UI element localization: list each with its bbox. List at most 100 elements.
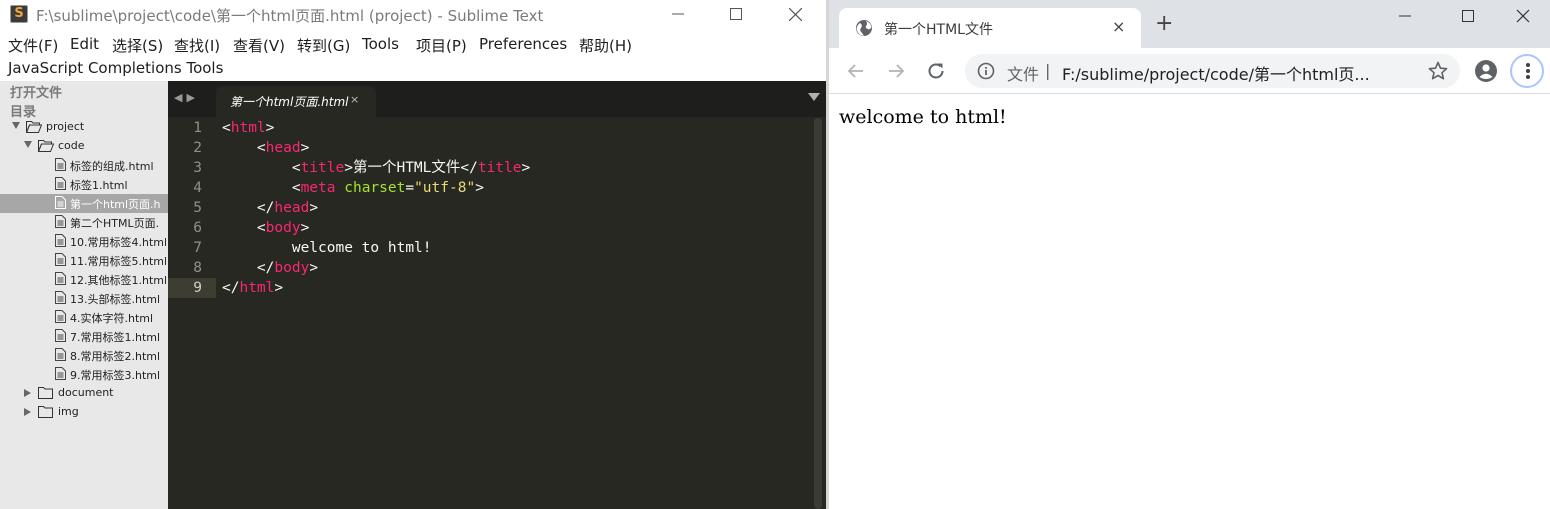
chrome-menu-button[interactable] (1510, 54, 1544, 88)
chrome-tab-title: 第一个HTML文件 (884, 22, 993, 38)
menu-goto[interactable]: 转到(G) (297, 35, 350, 56)
code-line[interactable]: welcome to html! (222, 238, 432, 258)
tree-item-label: 4.实体字符.html (70, 312, 154, 325)
close-button[interactable] (765, 0, 825, 30)
code-line[interactable]: <meta charset="utf-8"> (222, 178, 484, 198)
file-item[interactable]: 标签的组成.html (0, 156, 168, 175)
chrome-maximize-button[interactable] (1437, 2, 1497, 30)
disclosure-closed-icon[interactable] (24, 408, 31, 416)
line-number: 9 (168, 278, 216, 298)
chrome-minimize-button[interactable] (1375, 2, 1435, 30)
code-token: head (265, 140, 301, 156)
file-item[interactable]: 标签1.html (0, 175, 168, 194)
folder-open-icon (37, 139, 55, 155)
close-icon (1516, 9, 1530, 23)
code-token: < (222, 140, 266, 156)
minimize-icon (672, 13, 684, 15)
file-item[interactable]: 12.其他标签1.html (0, 270, 168, 289)
folder-item[interactable]: project (0, 118, 168, 137)
line-number: 8 (193, 260, 202, 276)
profile-avatar-icon[interactable] (1474, 59, 1498, 83)
tree-item-label: 12.其他标签1.html (70, 274, 168, 287)
code-token: "utf-8" (414, 180, 476, 196)
code-editor[interactable]: 1 <html> 2 <head> 3 <title>第一个HTML文件</title… (168, 117, 810, 509)
tree-item-label: 9.常用标签3.html (70, 369, 161, 382)
code-line[interactable]: </html> (222, 278, 283, 298)
maximize-icon (730, 8, 742, 20)
menu-file[interactable]: 文件(F) (8, 35, 58, 56)
code-token: html (239, 280, 275, 296)
menu-edit[interactable]: Edit (70, 35, 99, 53)
file-icon (55, 367, 66, 383)
tree-item-label: project (46, 120, 85, 133)
code-token: welcome to html! (222, 240, 432, 256)
code-token: body (274, 260, 310, 276)
folder-icon (38, 405, 53, 421)
tab-nav-arrows[interactable]: ◀▶ (174, 91, 199, 104)
menu-tools[interactable]: Tools (362, 35, 399, 53)
disclosure-open-icon[interactable] (24, 141, 32, 148)
code-line[interactable]: <html> (222, 118, 274, 138)
menu-selection[interactable]: 选择(S) (112, 35, 163, 56)
code-token: meta (300, 180, 336, 196)
tab-close-icon[interactable]: × (350, 93, 359, 106)
menu-find[interactable]: 查找(I) (174, 35, 220, 56)
folder-item[interactable]: code (0, 137, 168, 156)
code-line[interactable]: <head> (222, 138, 309, 158)
address-bar[interactable]: 文件 | F:/sublime/project/code/第一个html页... (965, 54, 1460, 88)
menu-javascript-completions-tools[interactable]: JavaScript Completions Tools (8, 59, 223, 77)
disclosure-open-icon[interactable] (12, 122, 20, 129)
code-line[interactable]: </head> (222, 198, 318, 218)
file-item[interactable]: 9.常用标签3.html (0, 365, 168, 384)
editor-scrollbar-thumb[interactable] (814, 118, 822, 509)
file-icon (55, 253, 66, 269)
code-line[interactable]: <title>第一个HTML文件</title> (222, 158, 530, 178)
minimize-icon (1399, 15, 1411, 17)
file-item[interactable]: 11.常用标签5.html (0, 251, 168, 270)
code-token: > (265, 120, 275, 136)
file-item[interactable]: 7.常用标签1.html (0, 327, 168, 346)
chrome-close-button[interactable] (1493, 2, 1550, 30)
tab-dropdown-icon[interactable] (808, 93, 820, 101)
folder-item[interactable]: img (0, 403, 168, 422)
folder-item[interactable]: document (0, 384, 168, 403)
new-tab-icon[interactable]: + (1155, 13, 1173, 35)
menu-project[interactable]: 项目(P) (416, 35, 467, 56)
file-icon (55, 234, 66, 250)
forward-button[interactable] (884, 59, 908, 83)
code-token: > (300, 220, 310, 236)
chrome-tab[interactable]: 第一个HTML文件 × (839, 8, 1141, 48)
file-item[interactable]: 13.头部标签.html (0, 289, 168, 308)
code-token: </ (222, 200, 275, 216)
tree-item-label: 13.头部标签.html (70, 293, 161, 306)
code-line[interactable]: </body> (222, 258, 318, 278)
file-item[interactable]: 4.实体字符.html (0, 308, 168, 327)
file-icon (55, 291, 66, 307)
file-item[interactable]: 8.常用标签2.html (0, 346, 168, 365)
info-icon (977, 62, 995, 80)
chrome-tab-close-icon[interactable]: × (1112, 17, 1125, 36)
file-icon (55, 215, 66, 231)
disclosure-closed-icon[interactable] (24, 389, 31, 397)
maximize-button[interactable] (706, 0, 766, 30)
menu-view[interactable]: 查看(V) (233, 35, 285, 56)
file-item[interactable]: 第一个html页面.h (0, 194, 168, 213)
menu-help[interactable]: 帮助(H) (579, 35, 632, 56)
tree-item-label: 8.常用标签2.html (70, 350, 161, 363)
code-token: < (222, 120, 231, 136)
code-token: > (309, 200, 319, 216)
file-item[interactable]: 第二个HTML页面. (0, 213, 168, 232)
minimize-button[interactable] (648, 0, 708, 30)
code-line[interactable]: <body> (222, 218, 309, 238)
tree-item-label: 第二个HTML页面. (70, 217, 160, 230)
address-url[interactable]: F:/sublime/project/code/第一个html页... (1062, 61, 1370, 85)
code-token: </ (222, 260, 275, 276)
tree-item-label: 10.常用标签4.html (70, 236, 168, 249)
file-item[interactable]: 10.常用标签4.html (0, 232, 168, 251)
menu-preferences[interactable]: Preferences (479, 35, 567, 53)
reload-button[interactable] (924, 59, 948, 83)
tab-current-file[interactable]: 第一个html页面.html × (216, 86, 376, 117)
page-content: welcome to html! (829, 95, 1550, 509)
back-button[interactable] (844, 59, 868, 83)
